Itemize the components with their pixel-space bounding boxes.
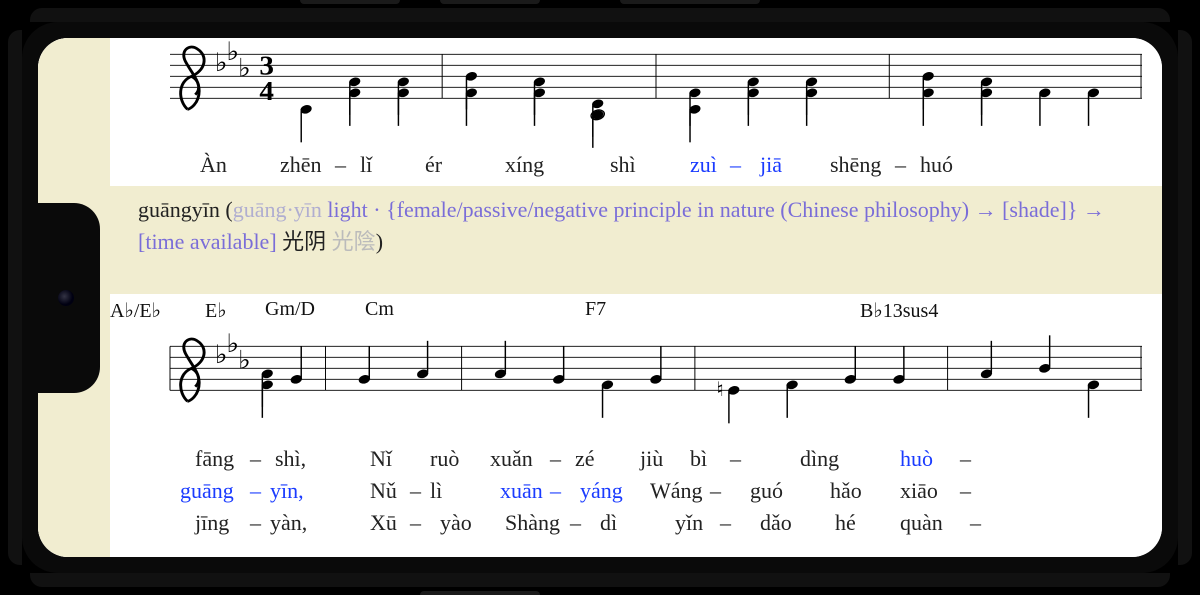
lyric-syllable: shēng — [830, 152, 881, 178]
lyric-syllable: Àn — [200, 152, 227, 178]
phone-button — [420, 591, 540, 595]
lyric-syllable: – — [250, 478, 261, 504]
lyric-syllable: – — [960, 446, 971, 472]
lyric-syllable: shì, — [275, 446, 306, 472]
lyric-syllable: Nǔ — [370, 478, 397, 504]
lyric-syllable: hé — [835, 510, 856, 536]
lyrics-block-2: fāng–shì,Nǐruòxuǎn–zéjiùbì–dìnghuò– guān… — [110, 446, 1162, 542]
definition-panel: guāngyīn (guāng·yīn light · {female/pass… — [110, 186, 1162, 294]
app-content: ♭♭♭ 34 Ànzhēn–lǐérxíngshìzuì–jiāshēng–hu… — [38, 38, 1162, 557]
lyric-syllable: – — [710, 478, 721, 504]
lyric-syllable: quàn — [900, 510, 943, 536]
lyric-syllable: hǎo — [830, 478, 862, 504]
svg-text:4: 4 — [259, 77, 274, 107]
lyric-syllable: yàn, — [270, 510, 307, 536]
lyric-syllable: dìng — [800, 446, 839, 472]
lyric-syllable: – — [335, 152, 346, 178]
lyric-syllable: – — [970, 510, 981, 536]
music-staff-1: ♭♭♭ 34 — [170, 38, 1142, 146]
phone-button — [620, 0, 760, 4]
lyric-syllable: yīn, — [270, 478, 304, 504]
chord-symbol: A♭/E♭ — [110, 298, 161, 323]
lyric-syllable: Nǐ — [370, 446, 392, 472]
phone-button — [440, 0, 540, 4]
lyric-syllable: yào — [440, 510, 472, 536]
definition-hanzi-trad: 光陰 — [332, 229, 376, 254]
lyric-syllable: – — [250, 446, 261, 472]
lyric-syllable: yáng — [580, 478, 623, 504]
lyric-syllable: bì — [690, 446, 707, 472]
lyric-syllable: xuǎn — [490, 446, 533, 472]
lyric-syllable: – — [895, 152, 906, 178]
lyric-syllable: – — [730, 446, 741, 472]
lyric-syllable: dǎo — [760, 510, 792, 536]
lyric-syllable: – — [250, 510, 261, 536]
lyric-syllable: yǐn — [675, 510, 703, 536]
lyric-syllable: Wáng — [650, 478, 703, 504]
music-staff-2: ♭♭♭ ♮ — [170, 328, 1142, 438]
lyric-syllable: fāng — [195, 446, 234, 472]
phone-screen: ♭♭♭ 34 Ànzhēn–lǐérxíngshìzuì–jiāshēng–hu… — [38, 38, 1162, 557]
lyric-syllable: zé — [575, 446, 595, 472]
lyric-syllable: – — [570, 510, 581, 536]
lyric-syllable: xuān — [500, 478, 543, 504]
lyric-syllable: dì — [600, 510, 617, 536]
lyric-syllable: jiā — [760, 152, 782, 178]
lyric-syllable: huó — [920, 152, 953, 178]
definition-breakdown: guāng·yīn — [233, 197, 328, 222]
phone-button — [300, 0, 400, 4]
lyric-syllable: – — [410, 478, 421, 504]
lyric-syllable: guó — [750, 478, 783, 504]
lyric-syllable: zuì — [690, 152, 717, 178]
definition-headword: guāngyīn — [138, 197, 220, 222]
chord-symbol: E♭ — [205, 298, 227, 323]
lyric-syllable: Xū — [370, 510, 397, 536]
chord-symbol: Gm/D — [265, 298, 315, 321]
lyric-syllable: jīng — [195, 510, 229, 536]
lyric-syllable: shì — [610, 152, 636, 178]
chord-symbol: F7 — [585, 298, 606, 321]
lyric-syllable: xíng — [505, 152, 544, 178]
phone-mockup: ♭♭♭ 34 Ànzhēn–lǐérxíngshìzuì–jiāshēng–hu… — [0, 0, 1200, 595]
chord-symbol: Cm — [365, 298, 394, 321]
lyric-syllable: – — [550, 478, 561, 504]
lyric-syllable: ruò — [430, 446, 459, 472]
lyric-syllable: huò — [900, 446, 933, 472]
chord-symbol: B♭13sus4 — [860, 298, 938, 323]
lyric-syllable: Shàng — [505, 510, 560, 536]
lyric-syllable: jiù — [640, 446, 663, 472]
lyric-syllable: xiāo — [900, 478, 938, 504]
svg-text:♮: ♮ — [716, 378, 724, 400]
svg-text:♭: ♭ — [238, 345, 251, 374]
lyric-syllable: – — [410, 510, 421, 536]
svg-text:♭: ♭ — [238, 53, 251, 82]
lyrics-row-1: Ànzhēn–lǐérxíngshìzuì–jiāshēng–huó — [110, 152, 1162, 184]
lyric-syllable: ér — [425, 152, 442, 178]
lyric-syllable: – — [720, 510, 731, 536]
front-camera — [58, 290, 74, 306]
lyric-syllable: lì — [430, 478, 442, 504]
lyric-syllable: – — [550, 446, 561, 472]
lyric-syllable: lǐ — [360, 152, 372, 178]
lyric-syllable: – — [960, 478, 971, 504]
lyric-syllable: – — [730, 152, 741, 178]
definition-hanzi-simp: 光阴 — [282, 229, 332, 254]
lyric-syllable: guāng — [180, 478, 234, 504]
chord-row: A♭/E♭ E♭ Gm/D Cm F7 B♭13sus4 — [110, 298, 1162, 328]
lyric-syllable: zhēn — [280, 152, 322, 178]
